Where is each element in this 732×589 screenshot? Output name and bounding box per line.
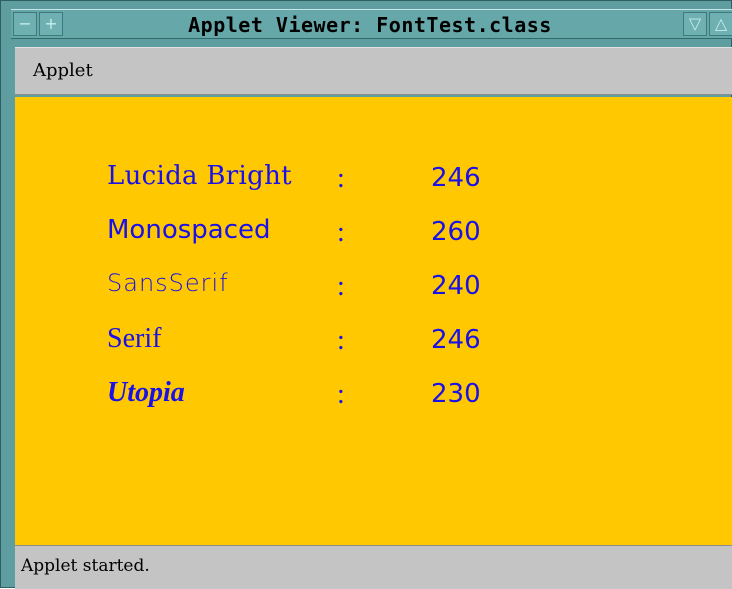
separator: :	[337, 163, 345, 194]
font-row-monospaced: Monospaced : 260	[107, 215, 607, 255]
separator: :	[337, 379, 345, 410]
menu-applet[interactable]: Applet	[33, 60, 93, 81]
font-value: 230	[431, 379, 481, 409]
font-row-sansserif: SansSerif : 240	[107, 269, 607, 309]
font-row-utopia: Utopia : 230	[107, 377, 607, 417]
minus-icon: −	[18, 14, 32, 33]
separator: :	[337, 325, 345, 356]
plus-icon: +	[44, 14, 58, 33]
font-value: 240	[431, 271, 481, 301]
triangle-down-icon: ▽	[688, 14, 702, 33]
font-value: 260	[431, 217, 481, 247]
separator: :	[337, 217, 345, 248]
font-name: Serif	[107, 323, 162, 354]
status-bar: Applet started.	[15, 545, 732, 589]
font-name: Utopia	[107, 377, 185, 408]
window-pin-button[interactable]: +	[39, 12, 63, 36]
status-text: Applet started.	[21, 556, 150, 576]
applet-viewer-window: − + Applet Viewer: FontTest.class ▽ △ Ap…	[0, 0, 732, 589]
minimize-button[interactable]: ▽	[683, 12, 707, 36]
window-title: Applet Viewer: FontTest.class	[188, 13, 552, 37]
window-menu-button[interactable]: −	[13, 12, 37, 36]
font-value: 246	[431, 325, 481, 355]
separator: :	[337, 271, 345, 302]
font-name: Monospaced	[107, 215, 271, 245]
font-row-lucida-bright: Lucida Bright : 246	[107, 161, 607, 201]
font-value: 246	[431, 163, 481, 193]
font-name: Lucida Bright	[107, 161, 292, 191]
menu-bar: Applet	[15, 47, 732, 95]
font-row-serif: Serif : 246	[107, 323, 607, 363]
triangle-up-icon: △	[714, 14, 728, 33]
title-bar[interactable]: − + Applet Viewer: FontTest.class ▽ △	[11, 9, 732, 39]
maximize-button[interactable]: △	[709, 12, 732, 36]
applet-canvas: Lucida Bright : 246 Monospaced : 260 San…	[15, 97, 732, 545]
font-name: SansSerif	[107, 269, 229, 297]
